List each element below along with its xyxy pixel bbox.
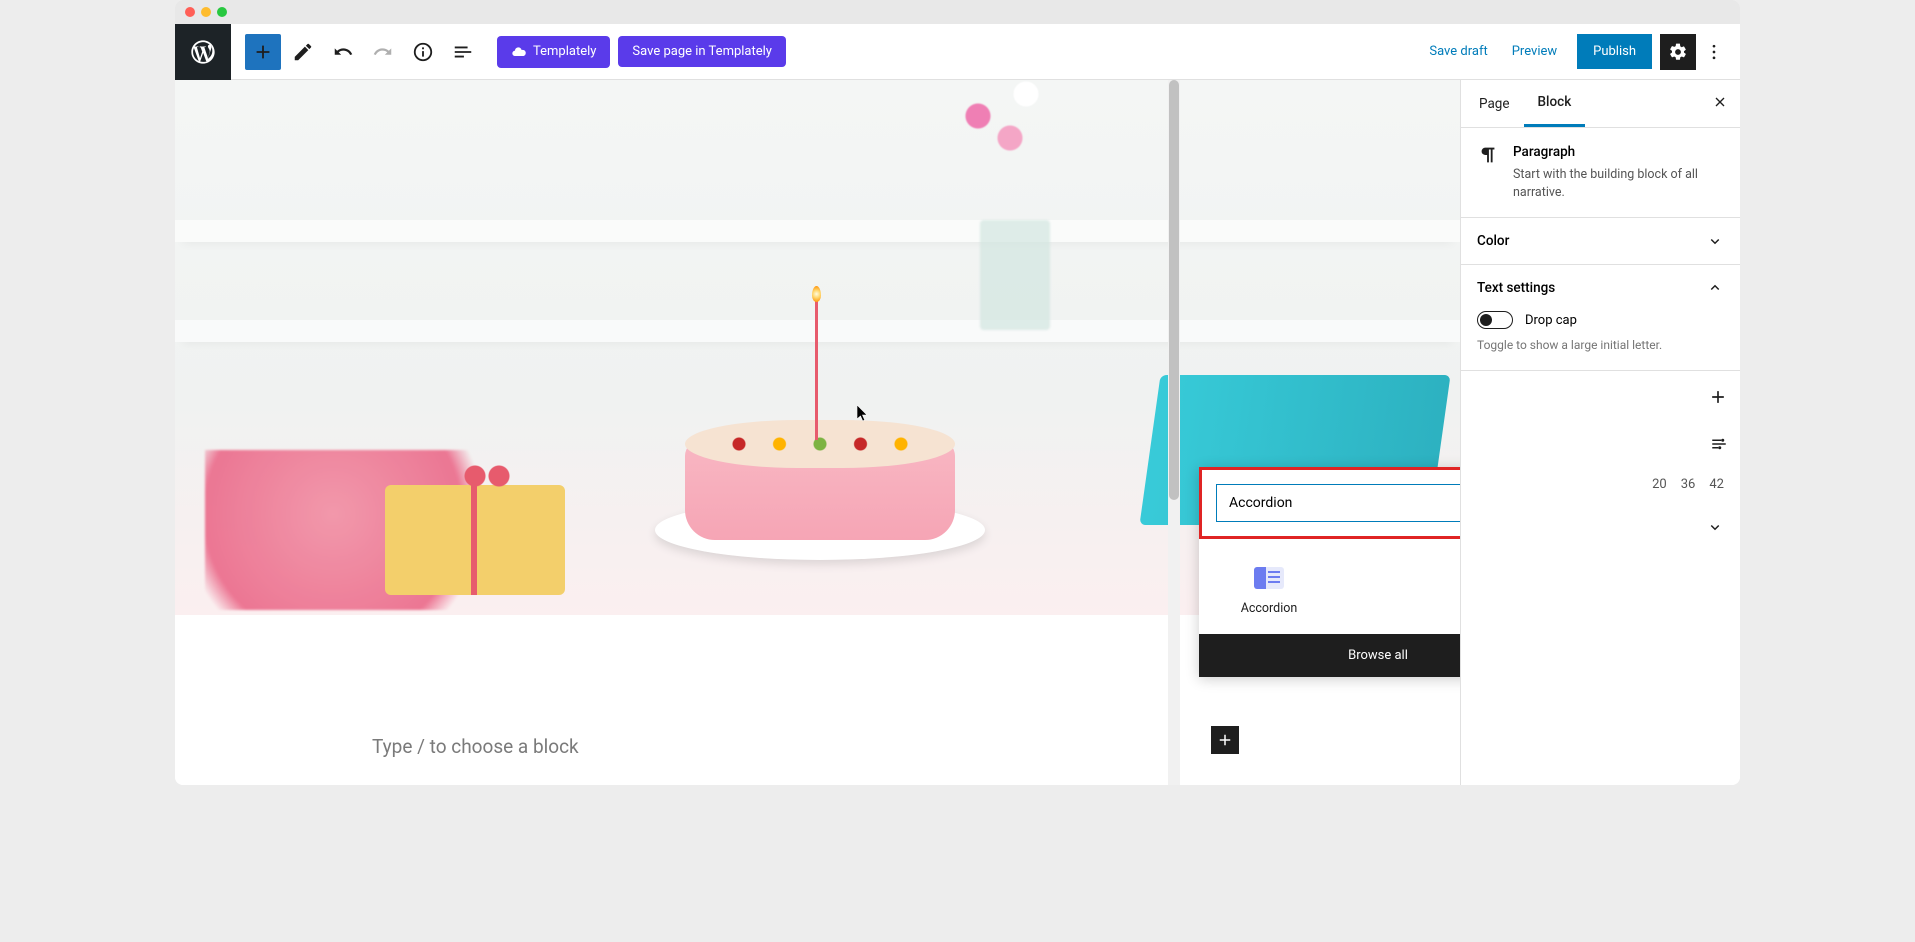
settings-button[interactable] [1660,34,1696,70]
settings-sidebar: Page Block Paragraph Start with the buil… [1460,80,1740,785]
tab-page[interactable]: Page [1465,80,1524,127]
more-options-button[interactable] [1696,34,1732,70]
info-button[interactable] [405,34,441,70]
drop-cap-label: Drop cap [1525,313,1577,328]
block-description: Start with the building block of all nar… [1513,166,1724,201]
close-icon [1712,94,1728,110]
font-size-presets: 20 36 42 [1461,471,1740,504]
cloud-icon [511,44,527,60]
block-title: Paragraph [1513,144,1724,160]
panel-collapsed-header[interactable] [1461,504,1740,550]
sliders-icon [1710,435,1728,453]
panel-text-settings: Text settings Drop cap Toggle to show a … [1461,265,1740,371]
drop-cap-toggle[interactable] [1477,311,1513,329]
panel-text-settings-header[interactable]: Text settings [1461,265,1740,311]
edit-mode-button[interactable] [285,34,321,70]
search-highlight-box [1199,467,1460,539]
templately-button[interactable]: Templately [497,36,610,68]
font-size-option[interactable]: 36 [1681,477,1696,492]
inserter-results: Accordion [1199,539,1460,634]
accordion-block-icon [1254,567,1284,589]
add-typography-button[interactable] [1708,387,1728,411]
block-inserter-popover: Accordion Browse all [1199,467,1460,677]
font-size-option[interactable]: 20 [1652,477,1667,492]
paragraph-placeholder[interactable]: Type / to choose a block [372,735,579,758]
plus-icon [1708,387,1728,407]
editor-canvas[interactable]: Type / to choose a block [175,80,1460,785]
panel-color-header[interactable]: Color [1461,218,1740,264]
undo-button[interactable] [325,34,361,70]
mac-titlebar [175,0,1740,24]
add-block-button[interactable] [245,34,281,70]
save-in-templately-button[interactable]: Save page in Templately [618,36,786,67]
inline-add-block-button[interactable] [1211,726,1239,754]
redo-button[interactable] [365,34,401,70]
browse-all-button[interactable]: Browse all [1199,634,1460,677]
preview-button[interactable]: Preview [1500,36,1569,67]
save-draft-button[interactable]: Save draft [1417,36,1499,67]
chevron-up-icon [1706,279,1724,297]
publish-button[interactable]: Publish [1577,34,1652,69]
chevron-down-icon [1706,518,1724,536]
font-size-option[interactable]: 42 [1709,477,1724,492]
traffic-light-zoom[interactable] [217,7,227,17]
templately-label: Templately [533,44,596,59]
typography-options-button[interactable] [1710,435,1728,457]
panel-color: Color [1461,218,1740,265]
traffic-light-close[interactable] [185,7,195,17]
editor-toolbar: Templately Save page in Templately Save … [175,24,1740,80]
sidebar-tabs: Page Block [1461,80,1740,128]
canvas-scrollbar-thumb[interactable] [1169,80,1179,500]
block-info-card: Paragraph Start with the building block … [1461,128,1740,218]
paragraph-icon [1477,144,1499,201]
block-search-input[interactable] [1217,485,1460,521]
mouse-cursor-icon [857,405,869,423]
list-view-button[interactable] [445,34,481,70]
block-result-label: Accordion [1217,601,1321,616]
drop-cap-help: Toggle to show a large initial letter. [1477,337,1724,354]
close-sidebar-button[interactable] [1704,86,1736,122]
wordpress-logo[interactable] [175,24,231,80]
panel-text-settings-title: Text settings [1477,280,1555,296]
block-search-wrap [1216,484,1460,522]
block-result-accordion[interactable]: Accordion [1213,557,1325,626]
panel-color-title: Color [1477,233,1509,249]
chevron-down-icon [1706,232,1724,250]
traffic-light-minimize[interactable] [201,7,211,17]
tab-block[interactable]: Block [1524,80,1586,127]
